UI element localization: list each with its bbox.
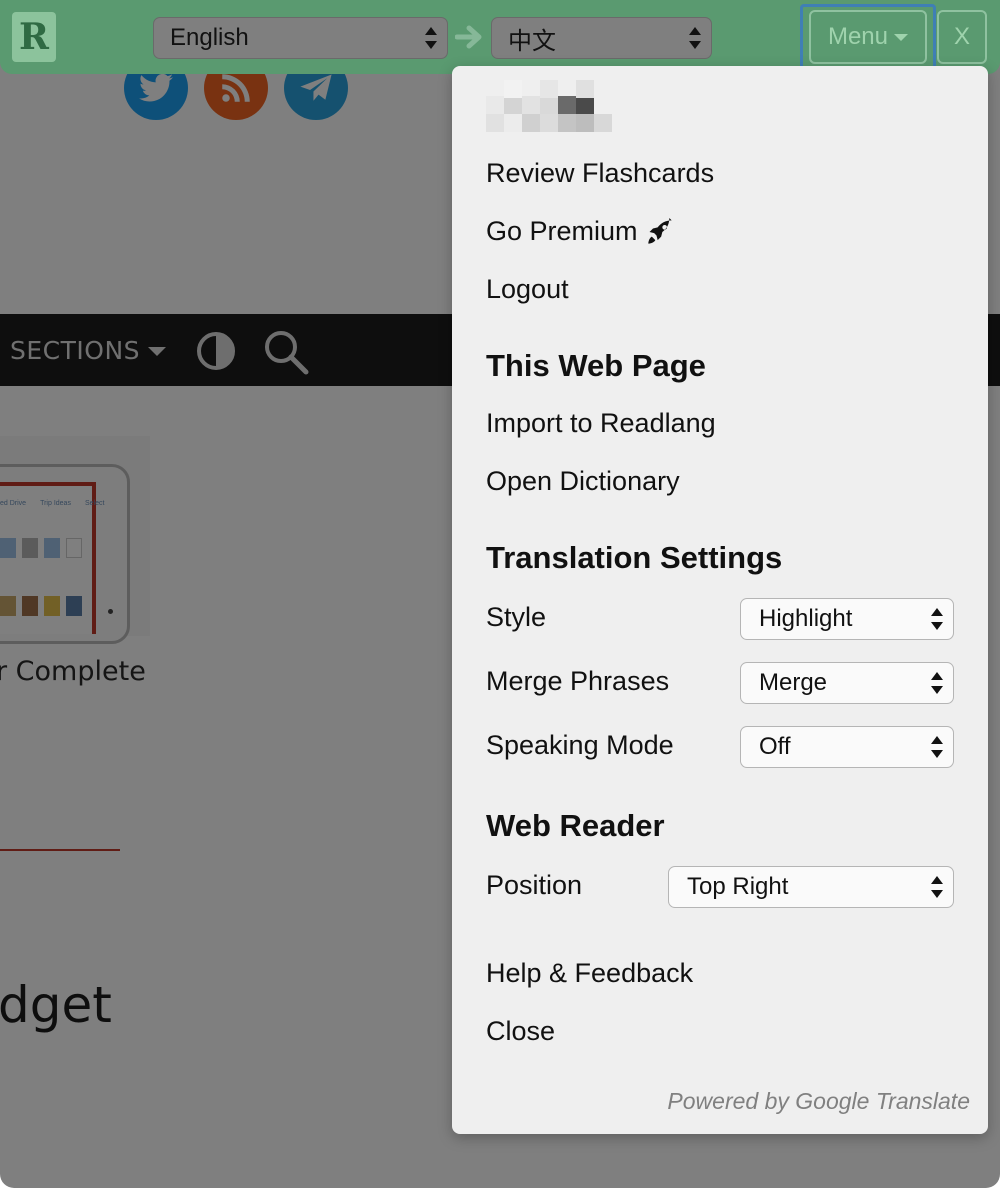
powered-by-google-translate[interactable]: Powered by Google Translate	[667, 1088, 970, 1115]
open-dictionary-item[interactable]: Open Dictionary	[486, 466, 680, 497]
style-select-value: Highlight	[759, 605, 853, 632]
go-premium-label: Go Premium	[486, 216, 638, 246]
merge-phrases-select-value: Merge	[759, 669, 828, 696]
close-menu-label: Close	[486, 1016, 556, 1046]
to-language-value: 中文	[508, 26, 556, 55]
from-language-select[interactable]: English	[153, 17, 448, 59]
this-web-page-heading: This Web Page	[486, 348, 706, 383]
position-select-value: Top Right	[687, 873, 789, 900]
logout-item[interactable]: Logout	[486, 274, 569, 305]
to-language-select[interactable]: 中文	[491, 17, 712, 59]
close-toolbar-button[interactable]: X	[937, 10, 987, 64]
translation-settings-heading: Translation Settings	[486, 540, 783, 575]
go-premium-item[interactable]: Go Premium	[486, 216, 674, 247]
readlang-toolbar: R English 中文 Menu X	[0, 0, 1000, 74]
menu-button-label: Menu	[827, 23, 889, 50]
web-reader-heading: Web Reader	[486, 808, 665, 843]
caret-down-icon	[894, 33, 909, 41]
position-label: Position	[486, 870, 583, 900]
review-flashcards-label: Review Flashcards	[486, 158, 715, 188]
help-feedback-label: Help & Feedback	[486, 958, 694, 988]
rocket-icon	[647, 217, 672, 244]
select-arrows-icon	[689, 27, 701, 49]
position-select[interactable]: Top Right	[668, 866, 954, 908]
merge-phrases-select[interactable]: Merge	[740, 662, 954, 704]
from-language-value: English	[170, 24, 249, 51]
speaking-mode-select-value: Off	[759, 733, 791, 760]
select-arrows-icon	[931, 876, 943, 898]
merge-phrases-label: Merge Phrases	[486, 666, 670, 696]
user-avatar	[486, 80, 626, 132]
select-arrows-icon	[931, 608, 943, 630]
logout-label: Logout	[486, 274, 569, 304]
style-label: Style	[486, 602, 547, 632]
speaking-mode-label: Speaking Mode	[486, 730, 674, 760]
speaking-mode-select[interactable]: Off	[740, 726, 954, 768]
style-select[interactable]: Highlight	[740, 598, 954, 640]
menu-dropdown-panel: Review Flashcards Go Premium Logout This…	[452, 66, 988, 1134]
open-dictionary-label: Open Dictionary	[486, 466, 680, 496]
close-menu-item[interactable]: Close	[486, 1016, 555, 1047]
arrow-right-icon	[455, 25, 482, 49]
menu-button[interactable]: Menu	[809, 10, 927, 64]
select-arrows-icon	[425, 27, 437, 49]
readlang-logo[interactable]: R	[12, 12, 56, 62]
import-to-readlang-item[interactable]: Import to Readlang	[486, 408, 716, 439]
help-feedback-item[interactable]: Help & Feedback	[486, 958, 693, 989]
select-arrows-icon	[931, 736, 943, 758]
import-to-readlang-label: Import to Readlang	[486, 408, 716, 438]
select-arrows-icon	[931, 672, 943, 694]
review-flashcards-item[interactable]: Review Flashcards	[486, 158, 714, 189]
